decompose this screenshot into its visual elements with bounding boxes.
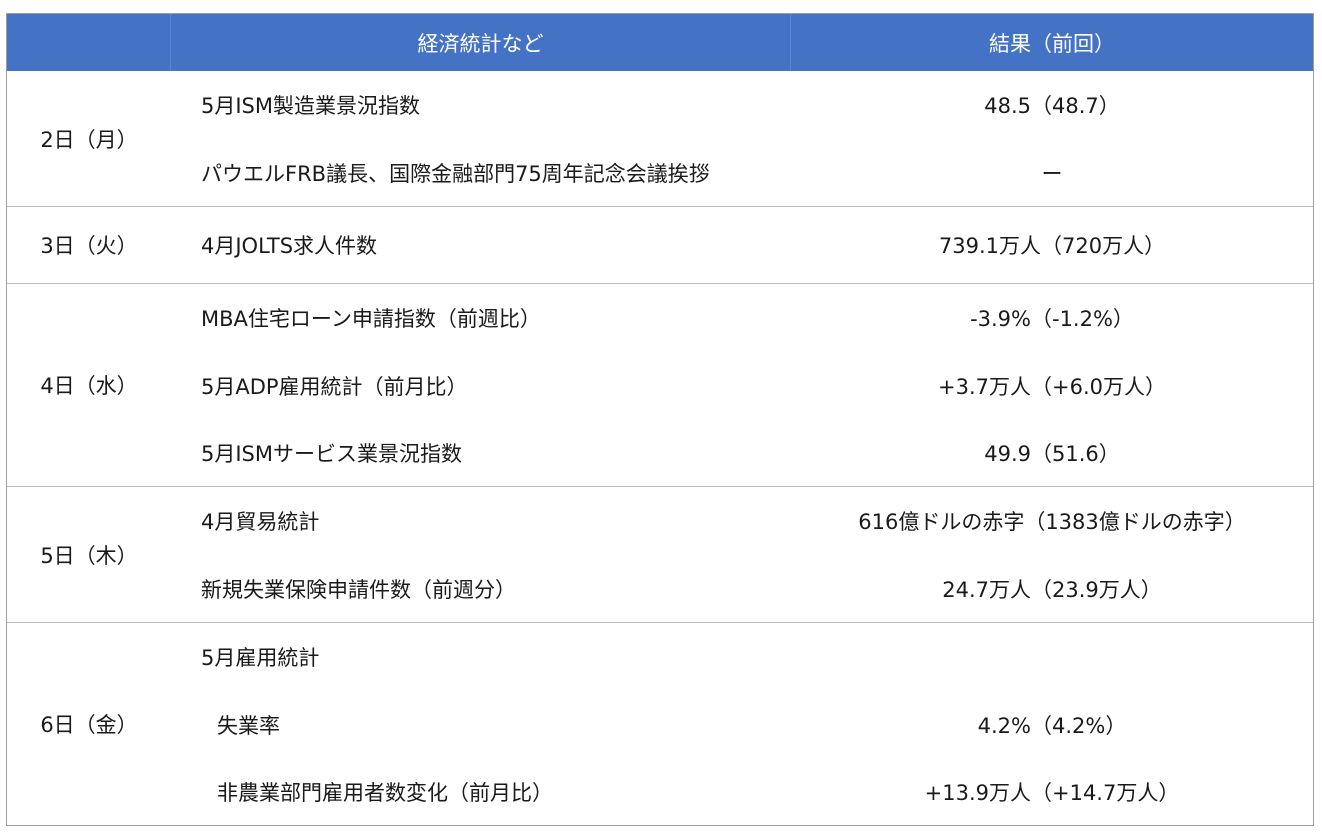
economic-calendar-table: 経済統計など 結果（前回） 2日（月） 5月ISM製造業景況指数 48.5（48… (6, 13, 1314, 826)
result-value: -3.9%（-1.2%） (970, 307, 1134, 331)
day-label: 2日（月） (40, 127, 138, 152)
table-row: 5月ISM製造業景況指数 48.5（48.7） (171, 71, 1313, 139)
table-row: パウエルFRB議長、国際金融部門75周年記念会議挨拶 ー (171, 139, 1313, 206)
table-row: 4月貿易統計 616億ドルの赤字（1383億ドルの赤字） (171, 487, 1313, 555)
header-result: 結果（前回） (989, 31, 1115, 56)
indicator-name: 4月貿易統計 (201, 510, 320, 534)
day-group-thursday: 5日（木） 4月貿易統計 616億ドルの赤字（1383億ドルの赤字） 新規失業保… (7, 486, 1313, 622)
result-value: 24.7万人（23.9万人） (942, 577, 1162, 602)
day-group-tuesday: 3日（火） 4月JOLTS求人件数 739.1万人（720万人） (7, 206, 1313, 283)
table-row: MBA住宅ローン申請指数（前週比） -3.9%（-1.2%） (171, 284, 1313, 352)
day-label: 3日（火） (40, 234, 138, 258)
day-group-wednesday: 4日（水） MBA住宅ローン申請指数（前週比） -3.9%（-1.2%） 5月A… (7, 283, 1313, 486)
indicator-name: 4月JOLTS求人件数 (201, 234, 378, 258)
table-row: 失業率 4.2%（4.2%） (171, 691, 1313, 758)
result-value: 616億ドルの赤字（1383億ドルの赤字） (858, 510, 1246, 534)
day-group-friday: 6日（金） 5月雇用統計 失業率 4.2%（4.2%） 非農業部門雇用者数変化（… (7, 622, 1313, 825)
result-value: 739.1万人（720万人） (938, 234, 1166, 258)
indicator-name: パウエルFRB議長、国際金融部門75周年記念会議挨拶 (201, 161, 710, 186)
indicator-name: 5月ADP雇用統計（前月比） (201, 374, 468, 399)
table-header: 経済統計など 結果（前回） (7, 14, 1313, 71)
day-group-monday: 2日（月） 5月ISM製造業景況指数 48.5（48.7） パウエルFRB議長、… (7, 71, 1313, 206)
result-value: 48.5（48.7） (984, 94, 1120, 118)
day-label: 4日（水） (40, 374, 138, 398)
result-value: ー (1041, 161, 1063, 186)
table-row: 新規失業保険申請件数（前週分） 24.7万人（23.9万人） (171, 555, 1313, 622)
result-value: 4.2%（4.2%） (977, 713, 1127, 738)
indicator-name: 5月雇用統計 (201, 646, 320, 670)
indicator-name: MBA住宅ローン申請指数（前週比） (201, 307, 541, 331)
day-label: 6日（金） (40, 713, 138, 737)
indicator-name: 5月ISMサービス業景況指数 (201, 441, 463, 466)
table-row: 非農業部門雇用者数変化（前月比） +13.9万人（+14.7万人） (171, 758, 1313, 825)
indicator-name: 失業率 (217, 713, 280, 738)
table-row: 4月JOLTS求人件数 739.1万人（720万人） (171, 207, 1313, 283)
table-row: 5月雇用統計 (171, 623, 1313, 691)
result-value: +3.7万人（+6.0万人） (938, 374, 1166, 399)
table-row: 5月ADP雇用統計（前月比） +3.7万人（+6.0万人） (171, 352, 1313, 419)
header-indicator: 経済統計など (171, 14, 791, 71)
indicator-name: 5月ISM製造業景況指数 (201, 94, 421, 118)
header-day (7, 14, 171, 71)
result-value: 49.9（51.6） (984, 441, 1120, 466)
table-row: 5月ISMサービス業景況指数 49.9（51.6） (171, 419, 1313, 486)
indicator-name: 新規失業保険申請件数（前週分） (201, 577, 516, 602)
result-value: +13.9万人（+14.7万人） (924, 780, 1180, 805)
indicator-name: 非農業部門雇用者数変化（前月比） (217, 780, 553, 805)
day-label: 5日（木） (40, 543, 138, 568)
